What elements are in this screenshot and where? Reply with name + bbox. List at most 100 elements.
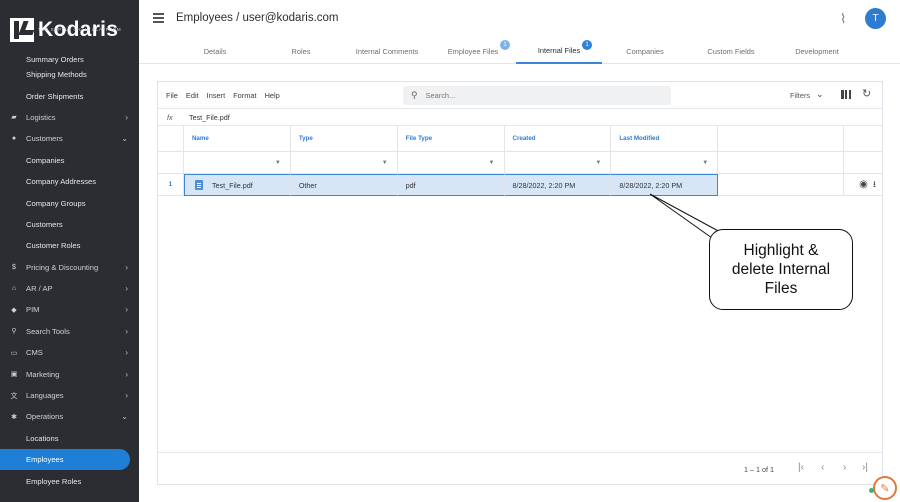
column-header-file-type[interactable]: File Type: [397, 126, 505, 152]
columns-icon[interactable]: [841, 90, 851, 99]
sidebar-item-logistics[interactable]: ▰ Logistics ›: [0, 107, 139, 128]
grid-menubar: File Edit Insert Format Help ⚲ Filters ⌄…: [158, 82, 882, 109]
menu-insert[interactable]: Insert: [207, 91, 225, 100]
sidebar-item-pricing[interactable]: $ Pricing & Discounting ›: [0, 257, 139, 278]
last-modified-filter[interactable]: ▼: [611, 152, 719, 174]
hamburger-menu-icon[interactable]: [153, 13, 164, 23]
filter-icon[interactable]: ▼: [595, 160, 601, 166]
record-tabs: Details Roles Internal Comments Employee…: [172, 38, 860, 64]
sidebar-item-languages[interactable]: 文 Languages ›: [0, 385, 139, 406]
search-input[interactable]: [425, 91, 626, 100]
search-box[interactable]: ⚲: [403, 86, 671, 105]
table-row[interactable]: 1 Test_File.pdf Other pdf 8/28/2022, 2:2…: [158, 174, 882, 196]
refresh-icon[interactable]: ↻: [862, 87, 871, 100]
column-header-created[interactable]: Created: [504, 126, 612, 152]
avatar[interactable]: T: [865, 8, 886, 29]
tab-development[interactable]: Development: [774, 38, 860, 64]
fx-label: fx: [167, 113, 173, 122]
paperclip-icon[interactable]: ⌇: [840, 11, 846, 27]
sidebar-item-customer-roles[interactable]: Customer Roles: [0, 235, 139, 256]
sidebar-item-order-shipments[interactable]: Order Shipments: [0, 85, 139, 106]
menu-help[interactable]: Help: [265, 91, 280, 100]
sidebar-item-operations[interactable]: ✱ Operations ⌄: [0, 406, 139, 427]
filter-row: ▼ ▼ ▼ ▼ ▼: [158, 152, 882, 174]
sidebar-item-shipping-methods[interactable]: Shipping Methods: [0, 64, 139, 85]
cell-last-modified[interactable]: 8/28/2022, 2:20 PM: [611, 174, 719, 196]
top-bar: Employees / user@kodaris.com ⌇ T Details…: [139, 0, 900, 64]
kodaris-logo-mark-icon: [10, 18, 34, 42]
cell-name[interactable]: Test_File.pdf: [183, 174, 291, 196]
bank-icon: ⌂: [11, 285, 17, 293]
file-type-filter[interactable]: ▼: [397, 152, 505, 174]
gear-icon: ✱: [11, 413, 17, 421]
sidebar-item-customers-group[interactable]: ● Customers ⌄: [0, 128, 139, 149]
sidebar-item-employee-roles[interactable]: Employee Roles: [0, 470, 139, 491]
brand-tagline: THE SUPPLY CHAIN PLATFORM: [38, 27, 122, 32]
count-badge: 1: [582, 40, 592, 50]
tab-roles[interactable]: Roles: [258, 38, 344, 64]
menu-file[interactable]: File: [166, 91, 178, 100]
chevron-right-icon: ›: [125, 326, 128, 336]
online-status-dot: [869, 488, 874, 493]
grid-footer: 1 – 1 of 1 |‹ ‹ › ›|: [158, 452, 882, 484]
filters-button[interactable]: Filters: [790, 91, 810, 100]
tab-companies[interactable]: Companies: [602, 38, 688, 64]
tab-internal-files[interactable]: Internal Files 1: [516, 38, 602, 64]
chevron-right-icon: ›: [125, 262, 128, 272]
chevron-right-icon: ›: [125, 391, 128, 401]
chevron-down-icon[interactable]: ⌄: [816, 89, 824, 100]
formula-value[interactable]: Test_File.pdf: [189, 113, 230, 122]
row-number[interactable]: 1: [158, 174, 184, 196]
filter-icon[interactable]: ▼: [382, 160, 388, 166]
download-icon[interactable]: ⭳: [873, 177, 876, 193]
column-header-name[interactable]: Name: [183, 126, 291, 152]
filter-icon[interactable]: ▼: [702, 160, 708, 166]
chat-help-icon[interactable]: ✎: [873, 476, 897, 500]
search-icon: ⚲: [11, 328, 17, 336]
prev-page-icon[interactable]: ‹: [821, 462, 824, 473]
sidebar-item-customers[interactable]: Customers: [0, 214, 139, 235]
tab-internal-comments[interactable]: Internal Comments: [344, 38, 430, 64]
tab-custom-fields[interactable]: Custom Fields: [688, 38, 774, 64]
window-icon: ▭: [10, 349, 18, 357]
chevron-right-icon: ›: [125, 305, 128, 315]
cell-created[interactable]: 8/28/2022, 2:20 PM: [504, 174, 612, 196]
row-number-header: [158, 126, 184, 152]
table-header-row: Name Type File Type Created Last Modifie…: [158, 126, 883, 152]
sidebar-item-search-tools[interactable]: ⚲ Search Tools ›: [0, 321, 139, 342]
sidebar-item-summary-orders[interactable]: Summary Orders: [0, 52, 139, 64]
type-filter[interactable]: ▼: [290, 152, 398, 174]
sidebar-item-company-groups[interactable]: Company Groups: [0, 192, 139, 213]
column-header-type[interactable]: Type: [290, 126, 398, 152]
eye-icon[interactable]: ◉: [859, 179, 868, 190]
translate-icon: 文: [10, 392, 18, 400]
sidebar-item-locations[interactable]: Locations: [0, 428, 139, 449]
cell-type[interactable]: Other: [290, 174, 398, 196]
id-card-icon: ▣: [10, 371, 18, 379]
last-page-icon[interactable]: ›|: [862, 462, 868, 473]
sidebar-item-ar-ap[interactable]: ⌂ AR / AP ›: [0, 278, 139, 299]
sidebar-item-company-addresses[interactable]: Company Addresses: [0, 171, 139, 192]
next-page-icon[interactable]: ›: [843, 462, 846, 473]
tab-employee-files[interactable]: Employee Files 1: [430, 38, 516, 64]
column-header-empty: [718, 126, 845, 152]
menu-edit[interactable]: Edit: [186, 91, 199, 100]
sidebar-item-pim[interactable]: ◆ PIM ›: [0, 299, 139, 320]
created-filter[interactable]: ▼: [504, 152, 612, 174]
filter-icon[interactable]: ▼: [489, 160, 495, 166]
count-badge: 1: [500, 40, 510, 50]
name-filter[interactable]: ▼: [183, 152, 291, 174]
column-header-last-modified[interactable]: Last Modified: [611, 126, 719, 152]
chevron-right-icon: ›: [125, 348, 128, 358]
tab-details[interactable]: Details: [172, 38, 258, 64]
cell-file-type[interactable]: pdf: [397, 174, 505, 196]
sidebar-item-employees[interactable]: Employees: [0, 449, 130, 471]
sidebar-item-companies[interactable]: Companies: [0, 150, 139, 171]
sidebar-item-marketing[interactable]: ▣ Marketing ›: [0, 363, 139, 384]
menu-format[interactable]: Format: [233, 91, 256, 100]
cell-empty[interactable]: [718, 174, 845, 196]
first-page-icon[interactable]: |‹: [798, 462, 804, 473]
sidebar-item-cms[interactable]: ▭ CMS ›: [0, 342, 139, 363]
filter-icon[interactable]: ▼: [275, 160, 281, 166]
chevron-down-icon: ⌄: [121, 412, 128, 422]
